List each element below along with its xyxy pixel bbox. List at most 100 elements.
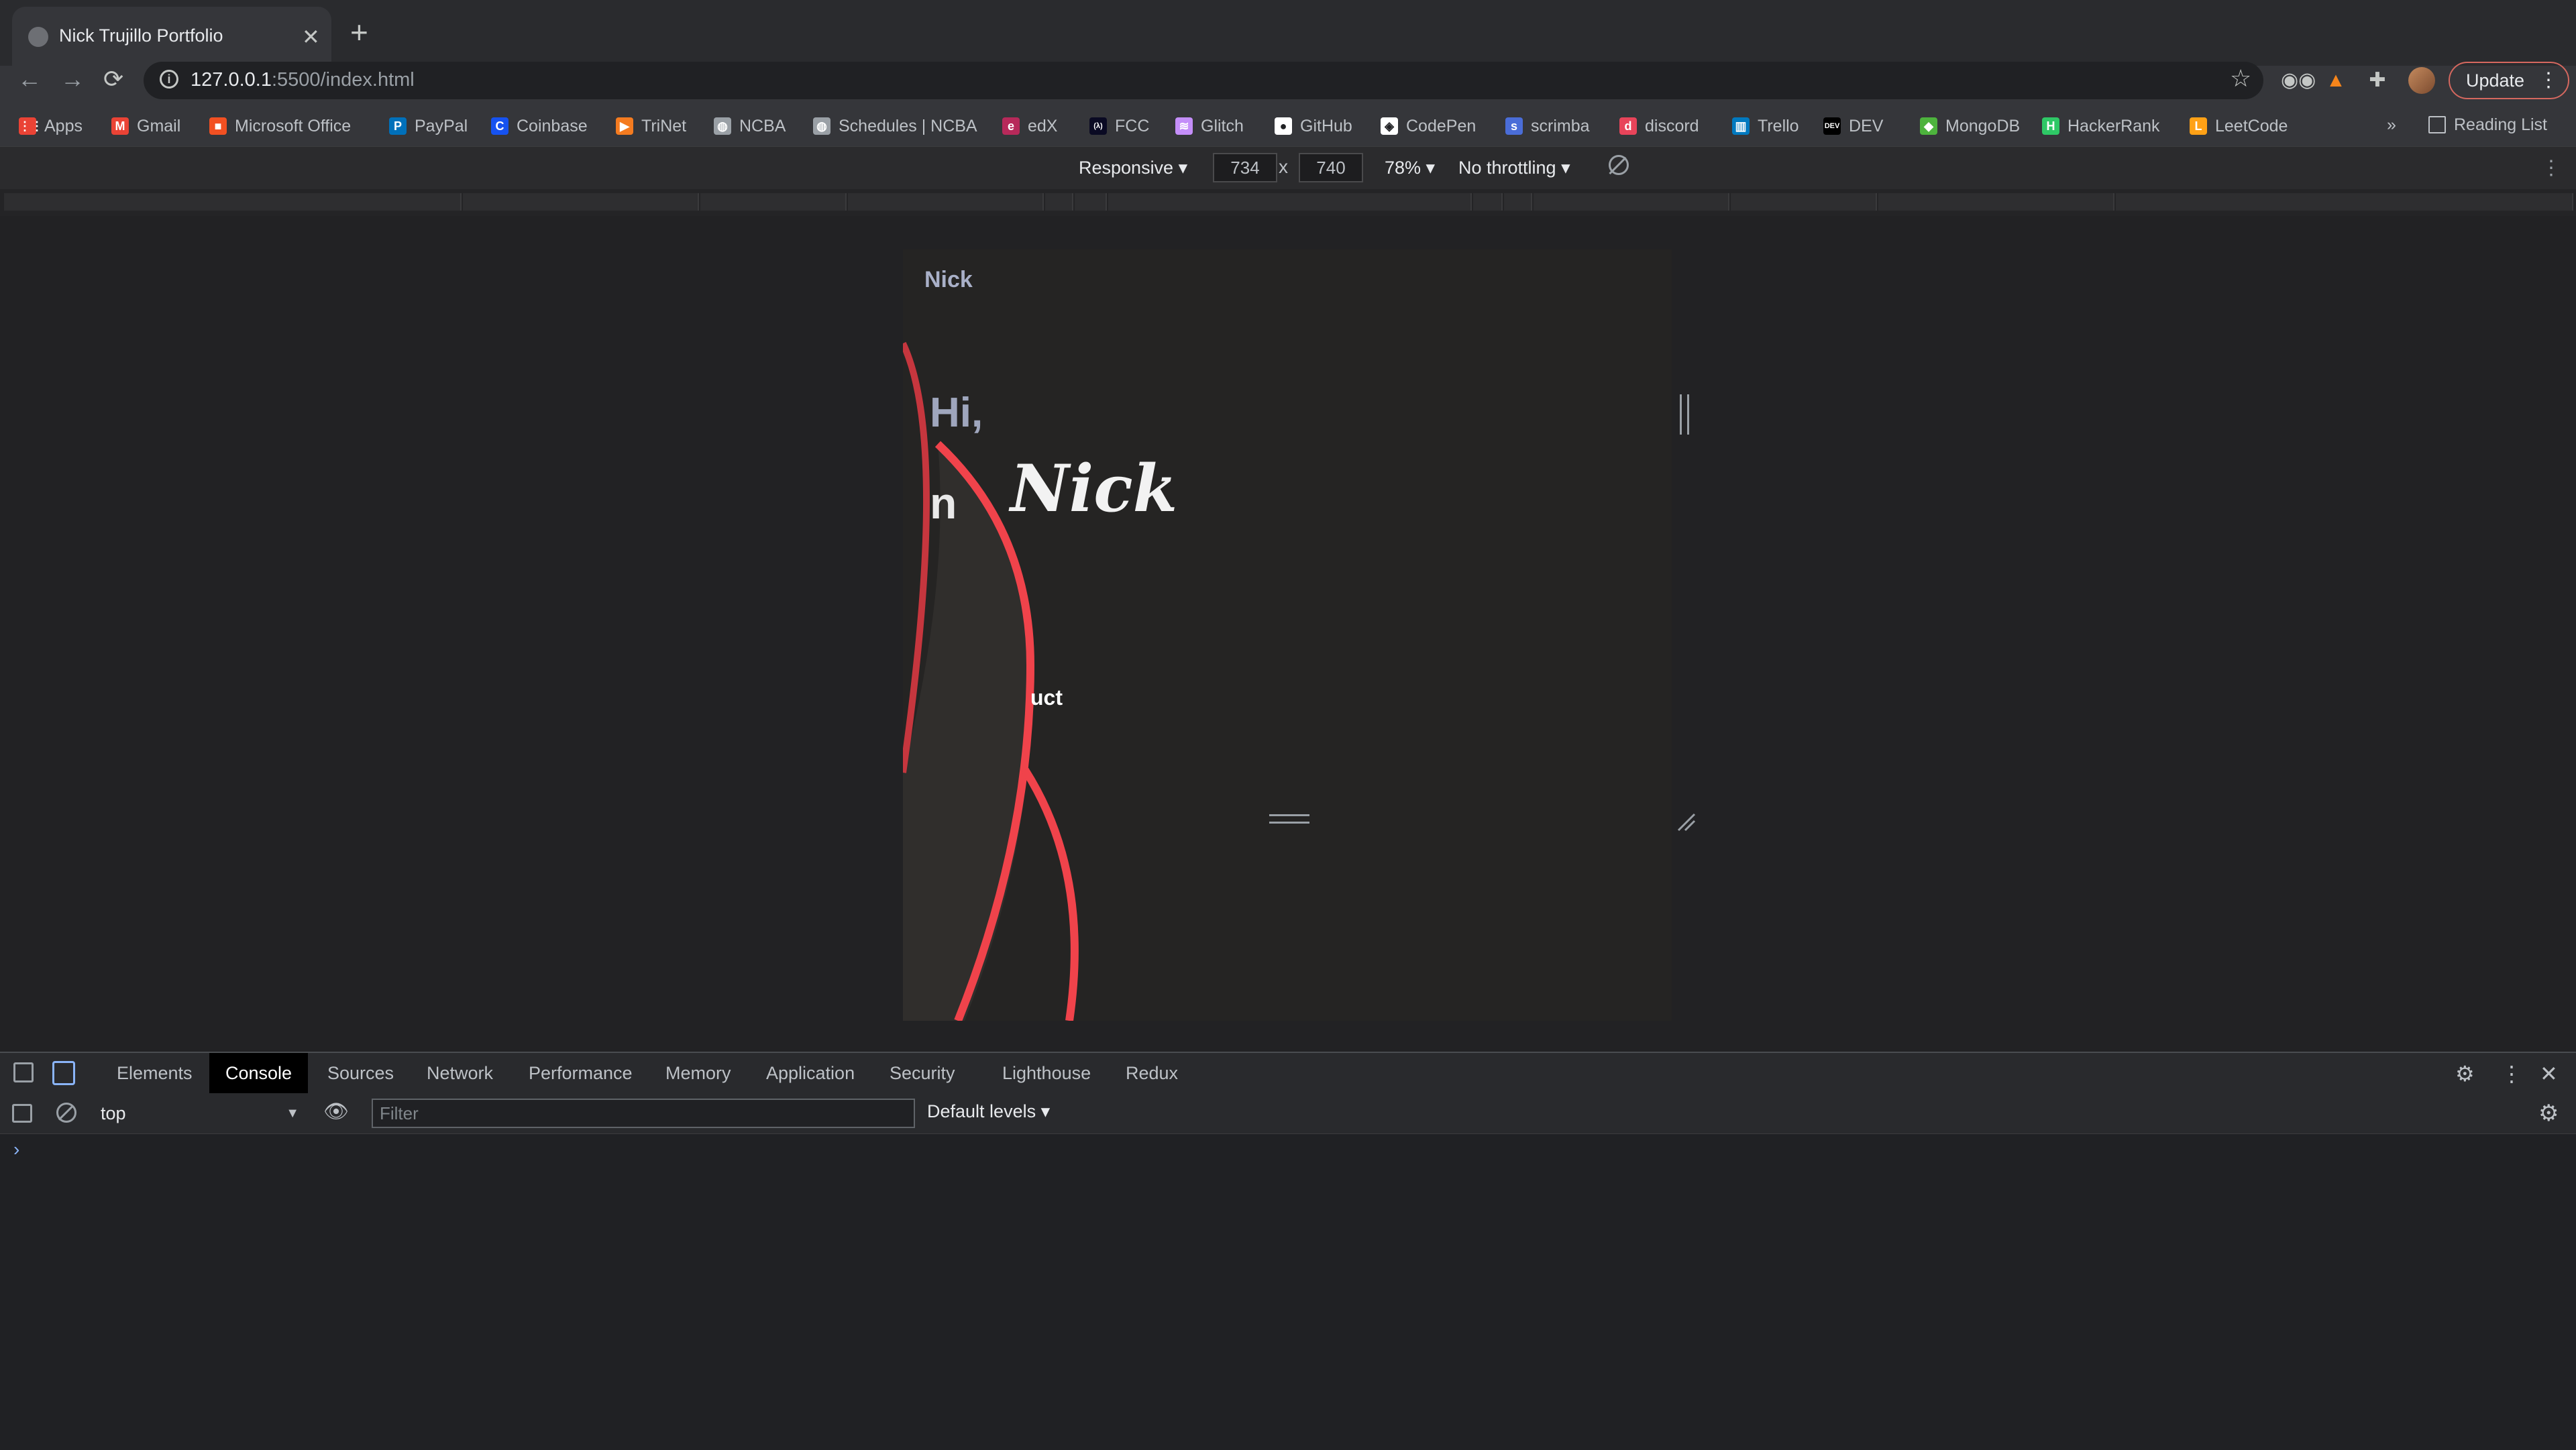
reading-list-icon [2428,116,2446,133]
address-bar[interactable]: i 127.0.0.1:5500/index.html ☆ [144,62,2263,99]
more-options-icon[interactable]: ⋮ [2541,156,2561,180]
dimension-separator: x [1279,156,1288,177]
console-prompt[interactable]: › [13,1139,19,1160]
avatar[interactable] [2408,67,2435,94]
bookmark-label: NCBA [739,116,786,135]
bookmark-fcc[interactable]: (λ) FCC [1089,114,1149,138]
devtools-more-icon[interactable]: ⋮ [2501,1061,2522,1086]
bookmark-edx[interactable]: e edX [1002,114,1057,138]
bookmarks-bar: ⋮⋮ Apps M Gmail ■ Microsoft Office P PayPal C Coi… [0,107,2576,144]
height-input[interactable]: 740 [1299,153,1363,182]
bookmark-ncba[interactable]: ◍ NCBA [714,114,786,138]
tab-lighthouse[interactable]: Lighthouse [986,1053,1107,1093]
tab-sources[interactable]: Sources [311,1053,410,1093]
tab-memory[interactable]: Memory [649,1053,747,1093]
viewport-height-handle[interactable] [1269,814,1309,824]
browser-tab[interactable]: Nick Trujillo Portfolio ✕ [12,7,331,66]
bookmark-label: GitHub [1300,116,1352,135]
tab-title: Nick Trujillo Portfolio [59,25,223,46]
bookmark-label: TriNet [641,116,687,135]
responsive-viewport-area: Nick Hi, n Nick uct [0,216,2576,1052]
contact-link[interactable]: uct [1030,685,1063,710]
bookmark-trello[interactable]: ▥ Trello [1732,114,1799,138]
hero-im-fragment: n [930,478,957,528]
bookmark-github[interactable]: ● GitHub [1275,114,1352,138]
reading-list-button[interactable]: Reading List [2428,113,2547,137]
microsoft-icon: ■ [209,117,227,135]
scrimba-icon: s [1505,117,1523,135]
console-filter-input[interactable] [372,1099,915,1128]
site-info-icon[interactable]: i [160,70,178,89]
tab-performance[interactable]: Performance [513,1053,649,1093]
throttling-select[interactable]: No throttling ▾ [1458,158,1570,178]
bookmark-label: HackerRank [2068,116,2160,135]
zoom-select[interactable]: 78% ▾ [1385,158,1435,178]
page-viewport[interactable]: Nick Hi, n Nick uct [903,249,1672,1021]
bookmark-label: Gmail [137,116,181,135]
device-mode-select[interactable]: Responsive ▾ [1079,158,1187,178]
coinbase-icon: C [491,117,508,135]
log-levels-select[interactable]: Default levels ▾ [927,1101,1050,1122]
tab-elements[interactable]: Elements [101,1053,209,1093]
forward-arrow-icon[interactable]: → [60,63,85,95]
metamask-icon[interactable]: ▲ [2322,67,2349,94]
decorative-curves [903,341,1079,1021]
binoculars-icon[interactable]: ◉◉ [2281,67,2316,94]
glitch-icon: ≋ [1175,117,1193,135]
site-brand[interactable]: Nick [924,267,973,293]
back-arrow-icon[interactable]: ← [17,63,42,95]
bookmark-codepen[interactable]: ◈ CodePen [1381,114,1476,138]
console-settings-gear-icon[interactable]: ⚙ [2538,1100,2559,1127]
console-sidebar-icon[interactable] [12,1104,32,1123]
javascript-context-select[interactable]: top ▼ [101,1100,299,1127]
reload-icon[interactable]: ⟳ [103,63,123,95]
live-expression-eye-icon[interactable]: 👁 [323,1100,349,1123]
bookmark-mongodb[interactable]: ◆ MongoDB [1920,114,2020,138]
bookmark-apps[interactable]: ⋮⋮ Apps [19,114,83,138]
menu-dots-icon: ⋮ [2538,69,2559,91]
bookmark-leetcode[interactable]: L LeetCode [2190,114,2288,138]
tab-network[interactable]: Network [411,1053,509,1093]
bookmark-microsoft-office[interactable]: ■ Microsoft Office [209,114,351,138]
fcc-icon: (λ) [1089,117,1107,135]
width-input[interactable]: 734 [1213,153,1277,182]
bookmark-paypal[interactable]: P PayPal [389,114,468,138]
bookmark-label: LeetCode [2215,116,2288,135]
media-query-bar[interactable] [0,189,2576,216]
close-tab-icon[interactable]: ✕ [302,24,320,50]
url-host: 127.0.0.1 [191,69,272,91]
update-button[interactable]: Update ⋮ [2449,62,2569,99]
settings-gear-icon[interactable]: ⚙ [2455,1061,2475,1086]
new-tab-button[interactable]: + [350,12,368,52]
bookmark-coinbase[interactable]: C Coinbase [491,114,588,138]
hero-name: Nick [1010,451,1178,526]
bookmarks-overflow-button[interactable]: » [2387,113,2396,137]
bookmark-schedules-ncba[interactable]: ◍ Schedules | NCBA [813,114,977,138]
close-devtools-icon[interactable]: ✕ [2540,1061,2558,1086]
tab-redux[interactable]: Redux [1110,1053,1194,1093]
url-path: :5500/index.html [271,69,415,91]
inspect-element-icon[interactable] [13,1062,34,1082]
tab-console[interactable]: Console [209,1053,309,1093]
bookmark-gmail[interactable]: M Gmail [111,114,180,138]
bookmark-trinet[interactable]: ▶ TriNet [616,114,686,138]
bookmark-scrimba[interactable]: s scrimba [1505,114,1590,138]
viewport-width-handle[interactable] [1680,394,1689,435]
puzzle-icon[interactable]: ✚ [2364,67,2391,94]
bookmark-hackerrank[interactable]: H HackerRank [2042,114,2160,138]
clear-console-icon[interactable] [56,1103,76,1123]
bookmark-star-icon[interactable]: ☆ [2230,64,2251,93]
bookmark-dev[interactable]: DEV DEV [1823,114,1883,138]
devtools-panel: ⚙ ⋮ ✕ Elements Console Sources Network Perfo… [0,1052,2576,1450]
viewport-corner-resize-icon[interactable] [1676,812,1696,832]
tab-application[interactable]: Application [750,1053,871,1093]
url-text: 127.0.0.1:5500/index.html [191,69,415,91]
trinet-icon: ▶ [616,117,633,135]
rotate-disabled-icon[interactable] [1609,155,1629,175]
bookmark-discord[interactable]: d discord [1619,114,1699,138]
console-toolbar: top ▼ 👁 Default levels ▾ ⚙ [0,1093,2576,1134]
bookmark-glitch[interactable]: ≋ Glitch [1175,114,1244,138]
device-toggle-icon[interactable] [52,1061,75,1085]
tab-security[interactable]: Security [873,1053,971,1093]
curve-right [1021,767,1079,1021]
